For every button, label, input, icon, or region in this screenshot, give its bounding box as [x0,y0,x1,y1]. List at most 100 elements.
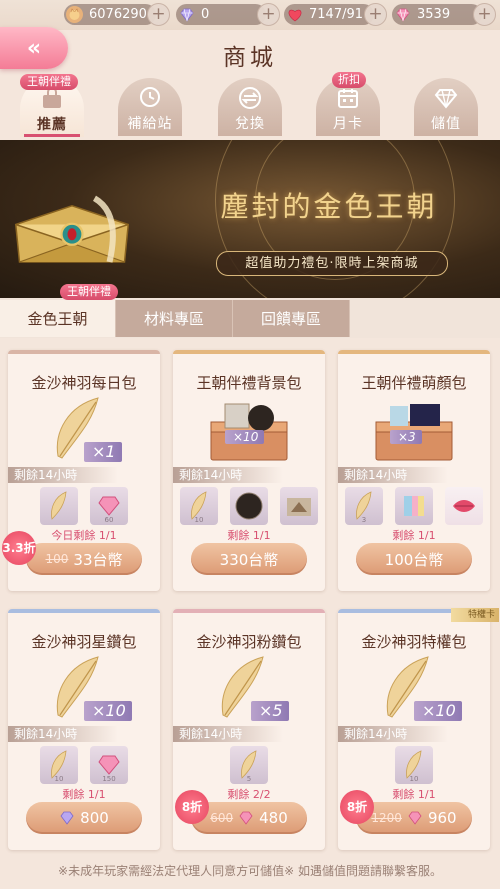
buy-button[interactable]: 100 33台幣 [26,543,142,575]
pack-item[interactable]: 10 [180,487,218,525]
banner-subtitle: 超值助力禮包·限時上架商城 [216,251,448,276]
tab-topup[interactable]: 儲值 [414,78,478,136]
dark-pattern-icon [235,492,263,520]
calendar-icon [335,86,361,110]
subtab-promo-tag: 王朝伴禮 [60,284,118,300]
rainbow-accessory-icon [404,496,424,516]
price-value: 33台幣 [73,550,123,569]
item-count: 3 [361,516,367,524]
price-value: 480 [259,809,288,827]
diamond-icon [60,811,74,825]
subtab-rewards[interactable]: 回饋專區 [233,300,350,337]
pack-items: 10 [338,746,490,784]
pack-item[interactable] [280,487,318,525]
pack-items: 3 [338,487,490,525]
add-stamina-button[interactable]: + [364,3,387,26]
pack-card[interactable]: 金沙神羽星鑽包 ×10 剩餘14小時 10 150 剩餘 1/1 800 [8,609,160,850]
item-count: 5 [246,775,252,783]
tab-label: 補給站 [127,116,173,132]
original-price: 600 [210,811,234,825]
stamina-counter: 7147/91 [284,4,374,25]
tab-exchange[interactable]: 兌換 [218,78,282,136]
feather-icon [51,491,67,520]
tab-supply[interactable]: 補給站 [118,78,182,136]
card-top-strip [8,350,160,354]
pack-card[interactable]: 王朝伴禮背景包 ×10 剩餘14小時 10 剩餘 1/1 330台幣 [173,350,325,591]
add-pink-diamond-button[interactable]: + [473,3,496,26]
pink-diamond-icon [98,755,120,775]
exchange-icon [237,86,263,110]
card-top-strip [8,609,160,613]
diamond-icon [178,6,195,23]
original-price: 1200 [371,811,402,825]
time-remaining: 剩餘14小時 [8,467,118,483]
pack-items: 10 [173,487,325,525]
price-value: 800 [80,809,109,827]
purchase-limit: 剩餘 1/1 [62,788,106,801]
pink-diamond-counter: 3539 [392,4,482,25]
diamond-counter: 0 [176,4,266,25]
golden-chest-icon [14,195,130,263]
discount-badge: 3.3折 [2,531,36,565]
tab-label: 推薦 [37,117,67,133]
page-title: 商城 [223,45,277,71]
pack-card[interactable]: 王朝伴禮萌顏包 ×3 剩餘14小時 3 剩餘 1/1 100台幣 [338,350,490,591]
pack-quantity: ×5 [251,701,289,721]
pink-diamond-value: 3539 [417,7,451,22]
subtab-materials[interactable]: 材料專區 [116,300,233,337]
subtab-golden-dynasty[interactable]: 金色王朝 [0,300,116,337]
gold-counter: 6076290 [64,4,156,25]
pack-quantity: ×1 [84,442,122,462]
time-remaining: 剩餘14小時 [338,467,448,483]
pack-item[interactable]: 5 [230,746,268,784]
buy-button[interactable]: 330台幣 [191,543,307,575]
item-count: 10 [194,516,204,524]
pack-item[interactable]: 10 [395,746,433,784]
item-count: 60 [104,516,114,524]
original-price: 100 [45,552,69,566]
pack-item[interactable] [230,487,268,525]
coin-icon [66,6,83,23]
pack-title: 王朝伴禮背景包 [196,374,302,392]
stamina-value: 7147/91 [309,7,364,22]
add-gold-button[interactable]: + [147,3,170,26]
pack-item[interactable] [40,487,78,525]
pink-diamond-icon [394,6,411,23]
footer-notice: ※未成年玩家需經法定代理人同意方可儲值※ 如遇儲值問題請聯繫客服。 [58,864,442,878]
pack-item[interactable]: 3 [345,487,383,525]
pack-quantity: ×10 [225,430,265,444]
discount-tag: 折扣 [332,72,366,88]
item-count: 150 [102,775,116,783]
subtab-label: 回饋專區 [260,310,321,328]
purchase-limit: 剩餘 1/1 [392,529,436,542]
buy-button[interactable]: 100台幣 [356,543,472,575]
pack-item[interactable]: 60 [90,487,128,525]
background-scene-icon [287,498,311,516]
pack-title: 金沙神羽粉鑽包 [196,633,302,651]
pack-items: 60 [8,487,160,525]
pack-item[interactable]: 150 [90,746,128,784]
card-top-strip [173,609,325,613]
pack-item[interactable]: 10 [40,746,78,784]
time-remaining: 剩餘14小時 [338,726,448,742]
pack-items: 5 [173,746,325,784]
item-count: 10 [54,775,64,783]
pack-title: 金沙神羽特權包 [361,633,467,651]
pack-item[interactable] [395,487,433,525]
add-diamond-button[interactable]: + [257,3,280,26]
diamond-value: 0 [201,7,210,22]
pack-items: 10 150 [8,746,160,784]
card-top-strip [173,350,325,354]
pack-title: 王朝伴禮萌顏包 [361,374,467,392]
pack-item[interactable] [445,487,483,525]
tab-label: 兌換 [235,116,265,132]
price-value: 960 [427,809,457,827]
purchase-limit: 剩餘 1/1 [227,529,271,542]
subtab-label: 金色王朝 [27,310,88,328]
price-value: 330台幣 [219,550,279,569]
heart-icon [286,6,303,23]
buy-button[interactable]: 800 [26,802,142,834]
card-top-strip [338,350,490,354]
clock-box-icon [137,86,163,110]
discount-badge: 8折 [175,790,209,824]
